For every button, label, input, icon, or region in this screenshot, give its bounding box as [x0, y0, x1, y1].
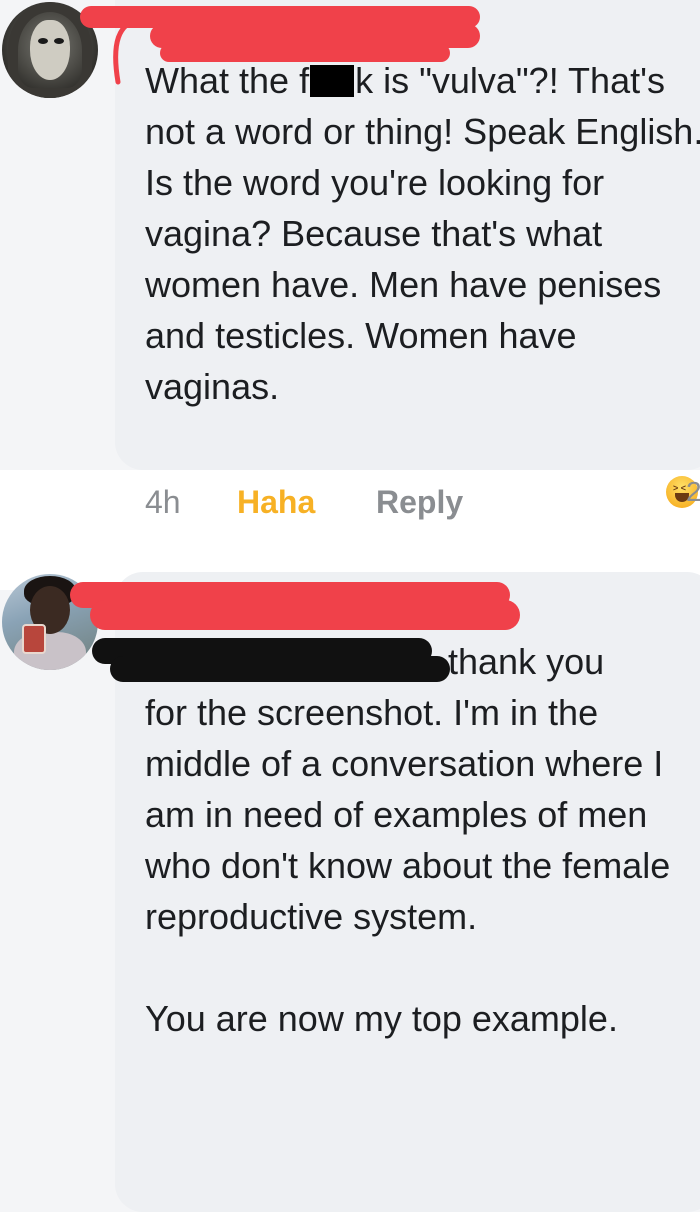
avatar-eye — [38, 38, 48, 44]
name-redaction — [90, 600, 520, 630]
reply-link[interactable]: Reply — [376, 478, 463, 526]
haha-reaction-link[interactable]: Haha — [237, 478, 315, 526]
avatar-cup — [22, 624, 46, 654]
avatar-eye — [54, 38, 64, 44]
comment-text-1: What the fk is "vulva"?! That's not a wo… — [145, 55, 700, 412]
comment-text-part: What the f — [145, 60, 310, 101]
comment-text-part: k is "vulva"?! That's not a word or thin… — [145, 60, 700, 407]
emoji-eyes: > < — [673, 483, 687, 493]
censor-bar — [310, 65, 355, 97]
comment-text-part: for the screenshot. I'm in the middle of… — [145, 692, 671, 1039]
avatar-mask — [30, 20, 70, 80]
reaction-count: 2 — [686, 476, 700, 507]
comment-text-part: thank you — [448, 641, 605, 682]
comment-text-2: thank you for the screenshot. I'm in the… — [145, 636, 700, 1044]
comment-timestamp: 4h — [145, 484, 181, 520]
